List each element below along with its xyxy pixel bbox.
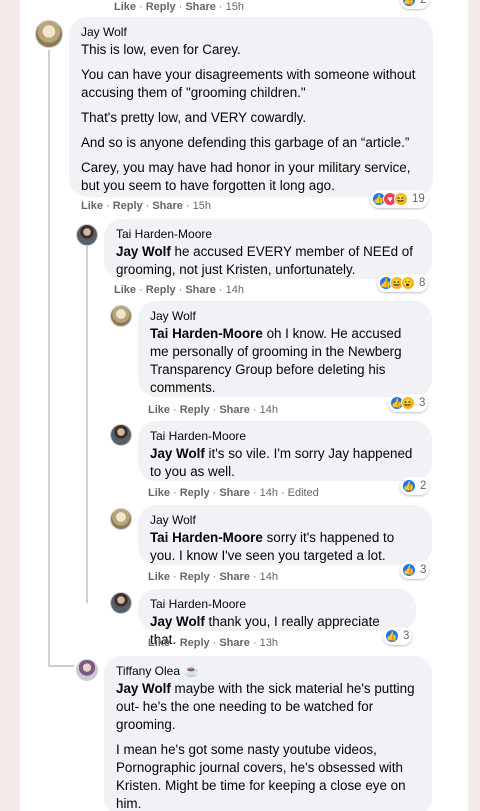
like-icon: 👍 [402,0,416,7]
share-link[interactable]: Share [219,571,250,583]
like-link[interactable]: Like [114,284,136,296]
comment-author[interactable]: Jay Wolf [150,512,420,528]
reaction-summary[interactable]: 👍 3 [383,627,413,645]
reaction-summary[interactable]: 👍2 [400,0,430,9]
reaction-summary[interactable]: 👍 ♥ 😆 19 [370,190,428,208]
comment-author-row: Tiffany Olea ☕ [116,663,420,679]
coffee-badge-icon: ☕ [184,664,199,678]
reply-link[interactable]: Reply [146,284,176,296]
comment-author[interactable]: Tai Harden-Moore [150,428,420,444]
comment-text: That's pretty low, and VERY cowardly. [81,110,307,125]
reply-link[interactable]: Reply [180,487,210,499]
comment-actions: Like · Reply · Share · 13h [148,637,278,649]
avatar[interactable] [110,508,132,530]
avatar[interactable] [110,424,132,446]
mention-link[interactable]: Jay Wolf [150,614,205,629]
avatar[interactable] [76,659,98,681]
comment-author[interactable]: Tai Harden-Moore [116,226,420,242]
comment-bubble: Jay Wolf This is low, even for Carey. Yo… [69,17,433,197]
comment-actions: Like · Reply · Share · 14h [148,571,278,583]
avatar[interactable] [76,224,98,246]
comment-actions: Like · Reply · Share · 14h · Edited [148,487,319,499]
mention-link[interactable]: Jay Wolf [150,446,205,461]
timestamp[interactable]: 13h [260,637,278,649]
thread-line [48,665,74,667]
like-link[interactable]: Like [148,571,170,583]
comment-text: Carey, you may have had honor in your mi… [81,160,411,193]
comment-actions: Like · Reply · Share · 14h [114,284,244,296]
comment-bubble: Jay Wolf Tai Harden-Moore oh I know. He … [138,301,432,397]
share-link[interactable]: Share [152,200,183,212]
mention-link[interactable]: Tai Harden-Moore [150,530,263,545]
haha-icon: 😆 [394,192,408,206]
reaction-summary[interactable]: 👍 😆 😮 8 [377,274,429,292]
comment-author[interactable]: Jay Wolf [81,24,421,40]
share-link[interactable]: Share [219,637,250,649]
comment-text: You can have your disagreements with som… [81,67,416,100]
mention-link[interactable]: Jay Wolf [116,681,171,696]
reaction-summary[interactable]: 👍 3 [400,561,430,579]
like-link[interactable]: Like [148,487,170,499]
like-link[interactable]: Like [81,200,103,212]
edited-label: Edited [287,487,319,499]
comment-bubble: Tai Harden-Moore Jay Wolf thank you, I r… [138,589,416,647]
timestamp[interactable]: 14h [260,487,278,499]
share-link[interactable]: Share [185,284,216,296]
mention-link[interactable]: Tai Harden-Moore [150,326,263,341]
reply-link[interactable]: Reply [113,200,143,212]
timestamp[interactable]: 15h [226,1,244,13]
timestamp[interactable]: 14h [226,284,244,296]
haha-icon: 😆 [401,396,415,410]
like-link[interactable]: Like [114,1,136,13]
mention-link[interactable]: Jay Wolf [116,244,171,259]
comment-author[interactable]: Tai Harden-Moore [150,596,404,612]
reply-link[interactable]: Reply [180,571,210,583]
avatar[interactable] [35,20,63,48]
like-link[interactable]: Like [148,404,170,416]
comment-bubble: Tai Harden-Moore Jay Wolf he accused EVE… [104,219,432,279]
reaction-summary[interactable]: 👍2 [400,477,430,495]
timestamp[interactable]: 15h [193,200,211,212]
like-icon: 👍 [385,629,399,643]
wow-icon: 😮 [401,276,415,290]
comment-bubble: Tiffany Olea ☕ Jay Wolf maybe with the si… [104,656,432,811]
share-link[interactable]: Share [185,1,216,13]
comment-bubble: Tai Harden-Moore Jay Wolf it's so vile. … [138,421,432,481]
avatar[interactable] [110,305,132,327]
timestamp[interactable]: 14h [260,571,278,583]
comment-actions: Like · Reply · Share · 14h [148,404,278,416]
comment-text: And so is anyone defending this garbage … [81,135,410,150]
comment-author[interactable]: Tiffany Olea [116,664,180,678]
thread-line [86,245,88,603]
share-link[interactable]: Share [219,487,250,499]
reply-link[interactable]: Reply [180,404,210,416]
comment-author[interactable]: Jay Wolf [150,308,420,324]
like-icon: 👍 [402,563,416,577]
comment-text: This is low, even for Carey. [81,42,241,57]
avatar[interactable] [110,592,132,614]
previous-comment-actions: Like · Reply · Share · 15h [114,1,244,13]
thread-line [48,50,50,667]
comments-panel: Like·Reply·Share·15h 👍2 Jay Wolf This is… [20,0,468,811]
comment-actions: Like · Reply · Share · 15h [81,200,211,212]
reply-link[interactable]: Reply [146,1,176,13]
comment-text: I mean he's got some nasty youtube video… [116,742,406,811]
reply-link[interactable]: Reply [180,637,210,649]
timestamp[interactable]: 14h [260,404,278,416]
reaction-summary[interactable]: 👍 😆 3 [388,394,429,412]
share-link[interactable]: Share [219,404,250,416]
like-link[interactable]: Like [148,637,170,649]
comment-bubble: Jay Wolf Tai Harden-Moore sorry it's hap… [138,505,432,565]
like-icon: 👍 [402,479,416,493]
